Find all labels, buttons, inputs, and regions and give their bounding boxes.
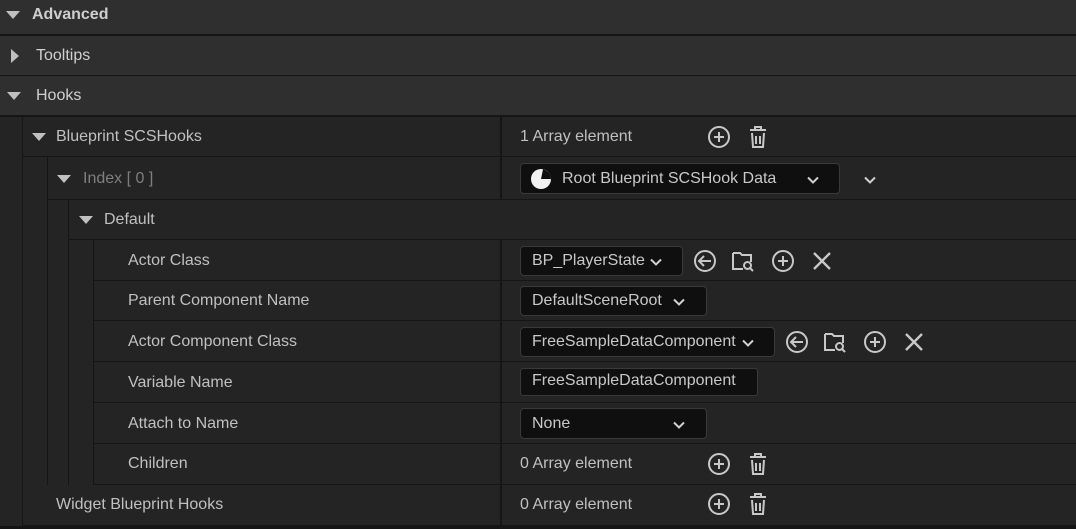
property-row-variable-name: Variable Name FreeSampleDataComponent <box>0 362 1076 403</box>
actor-component-class-combo[interactable]: FreeSampleDataComponent <box>520 327 775 357</box>
collapse-arrow-icon[interactable] <box>32 133 46 141</box>
property-row-actor-component-class: Actor Component Class FreeSampleDataComp… <box>0 321 1076 362</box>
attach-to-name-value: None <box>532 415 571 432</box>
browse-icon[interactable] <box>823 330 847 354</box>
add-icon[interactable] <box>771 249 795 273</box>
chevron-down-icon <box>742 336 754 348</box>
use-selected-icon[interactable] <box>785 330 809 354</box>
property-row-index-0: Index [ 0 ] Root Blueprint SCSHook Data <box>0 157 1076 200</box>
delete-all-icon[interactable] <box>746 452 770 476</box>
property-label: Attach to Name <box>128 415 239 432</box>
delete-all-icon[interactable] <box>746 492 770 516</box>
instanced-type-value: Root Blueprint SCSHook Data <box>562 170 777 187</box>
chevron-down-icon <box>807 173 819 185</box>
chevron-down-icon <box>673 295 685 307</box>
category-label: Default <box>104 211 155 228</box>
chevron-down-icon[interactable] <box>864 173 876 185</box>
expand-arrow-icon[interactable] <box>11 49 19 63</box>
chevron-down-icon <box>650 255 662 267</box>
collapse-arrow-icon[interactable] <box>57 175 71 183</box>
category-advanced[interactable]: Advanced <box>0 0 1076 35</box>
use-selected-icon[interactable] <box>693 249 717 273</box>
index-label: Index <box>83 170 123 187</box>
property-label: Parent Component Name <box>128 292 310 309</box>
property-label: Actor Class <box>128 252 210 269</box>
add-element-icon[interactable] <box>707 452 731 476</box>
property-row-children: Children 0 Array element <box>0 444 1076 485</box>
property-label: Actor Component Class <box>128 333 297 350</box>
browse-icon[interactable] <box>731 249 755 273</box>
parent-component-value: DefaultSceneRoot <box>532 292 662 309</box>
delete-all-icon[interactable] <box>746 125 770 149</box>
property-label: Widget Blueprint Hooks <box>56 496 224 513</box>
add-element-icon[interactable] <box>707 492 731 516</box>
array-count: 0 Array element <box>520 455 633 472</box>
collapse-arrow-icon[interactable] <box>79 216 93 224</box>
array-count: 1 Array element <box>520 128 633 145</box>
parent-component-combo[interactable]: DefaultSceneRoot <box>520 286 707 316</box>
index-bracket: [ 0 ] <box>126 170 154 187</box>
property-label: Blueprint SCSHooks <box>56 128 202 145</box>
variable-name-field[interactable]: FreeSampleDataComponent <box>520 368 758 396</box>
property-row-widget-blueprint-hooks: Widget Blueprint Hooks 0 Array element <box>0 485 1076 526</box>
clear-icon[interactable] <box>902 330 926 354</box>
property-row-attach-to-name: Attach to Name None <box>0 403 1076 444</box>
property-row-actor-class: Actor Class BP_PlayerState <box>0 240 1076 281</box>
actor-component-class-value: FreeSampleDataComponent <box>532 333 736 350</box>
attach-to-name-combo[interactable]: None <box>520 408 707 439</box>
add-element-icon[interactable] <box>707 125 731 149</box>
property-label: Variable Name <box>128 374 233 391</box>
collapse-arrow-icon[interactable] <box>7 92 21 100</box>
category-label: Hooks <box>36 87 82 104</box>
blueprint-class-icon <box>530 168 552 190</box>
collapse-arrow-icon[interactable] <box>6 11 20 19</box>
property-row-blueprint-scshooks: Blueprint SCSHooks 1 Array element <box>0 117 1076 157</box>
actor-class-combo[interactable]: BP_PlayerState <box>520 246 683 276</box>
details-panel: Advanced Tooltips Hooks Blueprint SCSHoo… <box>0 0 1076 529</box>
clear-icon[interactable] <box>810 249 834 273</box>
add-icon[interactable] <box>863 330 887 354</box>
array-count: 0 Array element <box>520 496 633 513</box>
property-row-parent-component-name: Parent Component Name DefaultSceneRoot <box>0 281 1076 321</box>
chevron-down-icon <box>673 418 685 430</box>
property-row-default: Default <box>0 200 1076 240</box>
instanced-type-combo[interactable]: Root Blueprint SCSHook Data <box>520 163 840 194</box>
category-label: Advanced <box>32 6 109 23</box>
variable-name-value: FreeSampleDataComponent <box>532 372 736 389</box>
category-hooks[interactable]: Hooks <box>0 76 1076 116</box>
property-label: Children <box>128 455 188 472</box>
category-label: Tooltips <box>36 47 91 64</box>
category-tooltips[interactable]: Tooltips <box>0 36 1076 76</box>
actor-class-value: BP_PlayerState <box>532 252 645 269</box>
